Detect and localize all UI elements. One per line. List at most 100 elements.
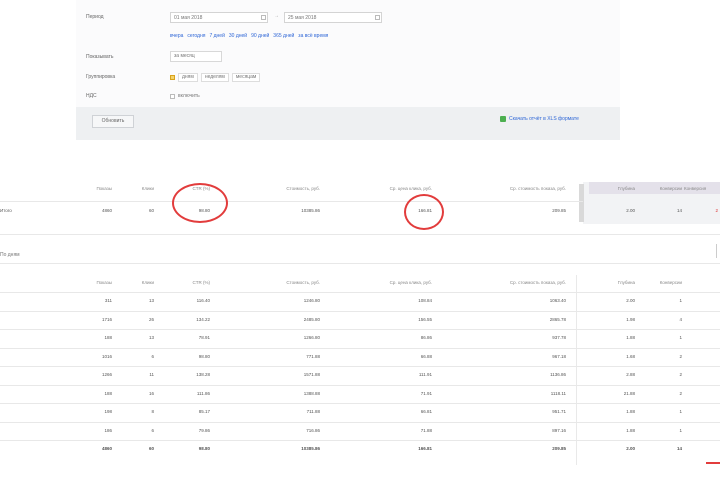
col-header-clicks: Клики [141, 186, 154, 191]
total-cell: 209.85 [552, 446, 566, 451]
table-cell: 1266.80 [303, 335, 320, 340]
table-cell: 2 [679, 372, 682, 377]
table-cell: 711.88 [306, 409, 320, 414]
col-header-avg-cpc: Ср. цена клика, руб. [389, 280, 432, 285]
table-cell: 897.16 [552, 427, 566, 433]
col-header-depth: Глубина [617, 186, 635, 191]
campaign-select[interactable]: за месяц [170, 51, 222, 62]
table-cell: 71.91 [420, 390, 432, 396]
table-cell: 13 [148, 298, 154, 303]
annotation-underline [706, 462, 720, 464]
col-header-conversion-rate: Конверсия [684, 186, 707, 191]
table-cell: 111.91 [418, 372, 432, 377]
date-from-input[interactable]: 01 мая 2018 [170, 12, 268, 23]
detail-section-label: По дням [0, 252, 20, 258]
summary-cell: 60 [148, 208, 154, 213]
nds-checkbox[interactable] [170, 94, 175, 99]
table-cell: 1.68 [626, 353, 635, 359]
table-cell: 1 [679, 409, 682, 414]
table-cell: 11 [149, 372, 154, 377]
row-divider [0, 292, 720, 293]
total-cell: 2.00 [626, 446, 635, 451]
campaign-label: Показывать [86, 54, 114, 60]
calendar-icon[interactable] [375, 15, 380, 20]
total-cell: 166.81 [418, 446, 432, 451]
col-header-depth: Глубина [617, 280, 635, 285]
table-cell: 1.88 [626, 427, 635, 433]
table-cell: 26 [148, 316, 154, 322]
table-cell: 4 [679, 316, 682, 322]
table-cell: 8 [151, 409, 154, 414]
quick-period-link[interactable]: 90 дней [251, 33, 269, 39]
col-header-avg-cpm: Ср. стоимость показа, руб. [509, 280, 566, 285]
group-option[interactable]: месяцам [231, 73, 261, 82]
table-cell: 1388.88 [303, 390, 320, 396]
table-cell: 1716 [101, 316, 112, 322]
table-cell: 1246.80 [303, 298, 320, 303]
col-header-impressions: Показы [96, 280, 112, 285]
table-cell: 78.91 [198, 335, 210, 340]
row-divider [0, 403, 720, 404]
summary-scrollbar[interactable] [579, 184, 584, 222]
divider [0, 263, 720, 264]
total-cell: 10385.86 [301, 446, 320, 451]
table-cell: 188 [104, 390, 112, 396]
quick-period-link[interactable]: 365 дней [273, 33, 294, 39]
calendar-icon[interactable] [261, 15, 266, 20]
total-cell: 14 [676, 446, 682, 451]
col-header-clicks: Клики [141, 280, 154, 285]
group-option[interactable]: дням [178, 73, 198, 82]
group-label: Группировка [86, 74, 116, 80]
quick-period-link[interactable]: 30 дней [229, 33, 247, 39]
table-cell: 21.88 [623, 390, 635, 396]
column-divider [576, 275, 577, 465]
col-header-cost: Стоимость, руб. [286, 186, 320, 191]
summary-cell: 14 [676, 208, 682, 213]
table-cell: 116.40 [196, 298, 210, 303]
row-divider [0, 366, 720, 367]
table-cell: 1.88 [626, 335, 635, 340]
group-option[interactable]: неделям [200, 73, 229, 82]
row-divider [0, 440, 720, 441]
quick-period-link[interactable]: сегодня [187, 33, 205, 39]
detail-scroll-indicator [716, 244, 717, 258]
group-checkbox[interactable] [170, 75, 175, 80]
table-cell: 951.71 [552, 409, 566, 414]
date-to-input[interactable]: 25 мая 2018 [284, 12, 382, 23]
table-cell: 86.86 [420, 335, 432, 340]
summary-cell: 2 [715, 208, 718, 213]
col-header-avg-cpc: Ср. цена клика, руб. [389, 186, 432, 191]
quick-period-link[interactable]: 7 дней [209, 33, 224, 39]
table-cell: 1118.11 [550, 390, 566, 396]
export-xls-link[interactable]: Скачать отчёт в XLS формате [509, 116, 579, 122]
row-divider [0, 347, 720, 349]
table-cell: 6 [151, 427, 154, 433]
table-cell: 1571.88 [303, 372, 320, 377]
summary-cell: 209.85 [552, 208, 566, 213]
total-cell: 60 [148, 446, 154, 451]
table-cell: 85.17 [198, 409, 210, 414]
table-cell: 967.18 [552, 353, 566, 359]
nds-label: НДС [86, 93, 97, 99]
table-cell: 1 [679, 298, 682, 303]
table-cell: 1016 [101, 353, 112, 359]
quick-period-link[interactable]: за всё время [298, 33, 328, 39]
table-cell: 111.86 [196, 390, 210, 396]
table-cell: 2865.78 [549, 316, 566, 322]
table-cell: 1266 [101, 372, 112, 377]
row-divider [0, 384, 720, 386]
quick-period-link[interactable]: вчера [170, 33, 183, 39]
filter-footer [76, 107, 620, 140]
refresh-button[interactable]: Обновить [92, 115, 134, 128]
table-cell: 188 [104, 335, 112, 340]
export-xls[interactable]: Скачать отчёт в XLS формате [500, 116, 579, 122]
row-divider [0, 421, 720, 423]
table-cell: 1 [679, 335, 682, 340]
table-cell: 13 [148, 335, 154, 340]
row-divider [0, 329, 720, 330]
col-header-ctr: CTR (%) [192, 280, 211, 285]
table-cell: 1.98 [626, 316, 635, 322]
excel-icon [500, 116, 506, 122]
col-header-avg-cpm: Ср. стоимость показа, руб. [509, 186, 566, 191]
table-cell: 2.00 [626, 298, 635, 303]
